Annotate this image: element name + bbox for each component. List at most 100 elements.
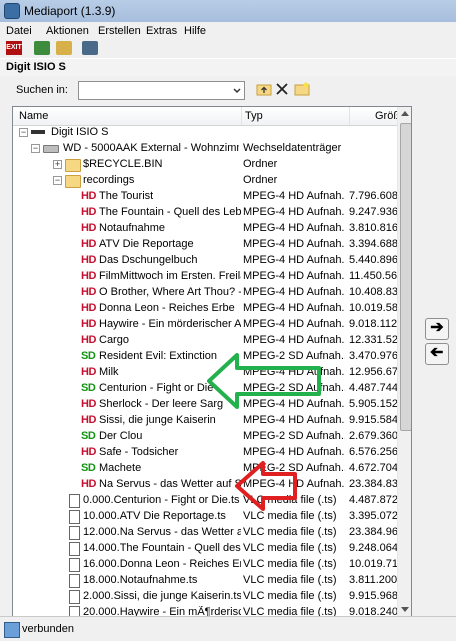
print-icon[interactable] xyxy=(82,41,98,55)
recording-row[interactable]: HD Donna Leon - Reiches Erbe MPEG-4 HD Auf… xyxy=(13,301,397,317)
file-size: 9.915.968 K xyxy=(349,590,397,602)
arrow-right-icon: ➔ xyxy=(430,319,444,336)
folder-name: $RECYCLE.BIN xyxy=(83,158,163,170)
file-row[interactable]: 14.000.The Fountain - Quell des LebVLC m… xyxy=(13,541,397,557)
hd-badge-icon: HD xyxy=(81,302,96,314)
recording-row[interactable]: HD FilmMittwoch im Ersten. Freilauf MPEG-4… xyxy=(13,269,397,285)
hd-badge-icon: HD xyxy=(81,414,96,426)
file-row[interactable]: 10.000.ATV Die Reportage.ts VLC media fil… xyxy=(13,509,397,525)
recording-row[interactable]: HD The Tourist MPEG-4 HD Aufnah... 7.796.60… xyxy=(13,189,397,205)
recording-name: The Tourist xyxy=(99,190,154,202)
file-row[interactable]: 0.000.Centurion - Fight or Die.ts VLC med… xyxy=(13,493,397,509)
tree-row-folder[interactable]: + $RECYCLE.BIN Ordner xyxy=(13,157,397,173)
recording-name: Donna Leon - Reiches Erbe xyxy=(99,302,235,314)
recording-type: MPEG-2 SD Aufnah... xyxy=(243,350,345,362)
app-icon xyxy=(4,3,20,19)
drive-icon xyxy=(43,145,59,153)
file-icon xyxy=(69,494,80,508)
recording-name: Resident Evil: Extinction xyxy=(99,350,217,362)
tree-row-drive[interactable]: − WD - 5000AAK External - Wohnzimmer Wec… xyxy=(13,141,397,157)
recording-size: 11.450.560 K xyxy=(349,270,397,282)
file-row[interactable]: 16.000.Donna Leon - Reiches Erbe.tsVLC m… xyxy=(13,557,397,573)
menu-datei[interactable]: Datei xyxy=(6,25,32,37)
recording-type: MPEG-4 HD Aufnah... xyxy=(243,270,345,282)
hd-badge-icon: HD xyxy=(81,190,96,202)
drive-type: Wechseldatenträger xyxy=(243,142,342,154)
recording-size: 3.810.816 K xyxy=(349,222,397,234)
column-header: Name Typ Größ xyxy=(13,107,400,126)
file-row[interactable]: 2.000.Sissi, die junge Kaiserin.ts VLC me… xyxy=(13,589,397,605)
collapse-toggle[interactable]: − xyxy=(31,144,40,153)
recording-row[interactable]: HD Das Dschungelbuch MPEG-4 HD Aufnah... 5.… xyxy=(13,253,397,269)
search-in-dropdown[interactable] xyxy=(78,81,245,100)
recording-type: MPEG-4 HD Aufnah... xyxy=(243,238,345,250)
expand-toggle[interactable]: + xyxy=(53,160,62,169)
recording-row[interactable]: SD Centurion - Fight or Die MPEG-2 SD Aufn… xyxy=(13,381,397,397)
vertical-scrollbar[interactable] xyxy=(397,107,411,617)
delete-icon[interactable] xyxy=(276,83,288,95)
hd-badge-icon: HD xyxy=(81,238,96,250)
menu-hilfe[interactable]: Hilfe xyxy=(184,25,206,37)
recording-type: MPEG-4 HD Aufnah... xyxy=(243,222,345,234)
tree-row-folder[interactable]: − recordings Ordner xyxy=(13,173,397,189)
transfer-icon[interactable] xyxy=(34,41,50,55)
file-row[interactable]: 12.000.Na Servus - das Wetter auf SeVLC … xyxy=(13,525,397,541)
exit-icon[interactable]: EXIT xyxy=(6,41,22,55)
menu-extras[interactable]: Extras xyxy=(146,25,177,37)
recording-name: ATV Die Reportage xyxy=(99,238,194,250)
folder-up-icon[interactable] xyxy=(256,82,272,96)
recording-row[interactable]: HDNa Servus - das Wetter auf ServuMPEG-4… xyxy=(13,477,397,493)
recording-row[interactable]: SDDer Clou MPEG-2 SD Aufnah... 2.679.360 K xyxy=(13,429,397,445)
collapse-toggle[interactable]: − xyxy=(19,128,28,137)
arrow-left-icon: ➔ xyxy=(430,344,444,361)
file-name: 12.000.Na Servus - das Wetter auf Se xyxy=(83,526,241,538)
file-icon xyxy=(69,526,80,540)
recording-size: 4.487.744 K xyxy=(349,382,397,394)
menu-erstellen[interactable]: Erstellen xyxy=(98,25,141,37)
file-row[interactable]: 18.000.Notaufnahme.ts VLC media file (.ts… xyxy=(13,573,397,589)
recording-row[interactable]: HD Safe - Todsicher MPEG-4 HD Aufnah... 6.5… xyxy=(13,445,397,461)
file-name: 16.000.Donna Leon - Reiches Erbe.ts xyxy=(83,558,241,570)
menu-aktionen[interactable]: Aktionen xyxy=(46,25,89,37)
scroll-thumb[interactable] xyxy=(400,123,411,431)
recording-row[interactable]: HD Sherlock - Der leere Sarg MPEG-4 HD Auf… xyxy=(13,397,397,413)
sd-badge-icon: SD xyxy=(81,430,96,442)
recording-row[interactable]: HDCargo MPEG-4 HD Aufnah... 12.331.520 K xyxy=(13,333,397,349)
recording-name: The Fountain - Quell des Lebens xyxy=(99,206,241,218)
status-text: verbunden xyxy=(22,623,74,635)
recording-row[interactable]: HD Sissi, die junge Kaiserin MPEG-4 HD Auf… xyxy=(13,413,397,429)
recording-row[interactable]: HD Haywire - Ein mörderischer Auft MPEG-4 … xyxy=(13,317,397,333)
recording-row[interactable]: HDO Brother, Where Art Thou? - EinMPEG-4… xyxy=(13,285,397,301)
recording-type: MPEG-4 HD Aufnah... xyxy=(243,398,345,410)
tree-row-root[interactable]: − Digit ISIO S xyxy=(13,125,397,141)
recording-row[interactable]: HD Notaufnahme MPEG-4 HD Aufnah... 3.810.81… xyxy=(13,221,397,237)
recording-type: MPEG-4 HD Aufnah... xyxy=(243,414,345,426)
scroll-down-icon[interactable] xyxy=(401,607,409,613)
recording-name: Milk xyxy=(99,366,119,378)
recording-row[interactable]: HDMilk MPEG-4 HD Aufnah... 12.956.672 K xyxy=(13,365,397,381)
new-folder-icon[interactable] xyxy=(294,82,310,96)
file-size: 4.487.872 K xyxy=(349,494,397,506)
sd-badge-icon: SD xyxy=(81,350,96,362)
recording-row[interactable]: SDMachete MPEG-2 SD Aufnah... 4.672.704 K xyxy=(13,461,397,477)
recording-row[interactable]: SD Resident Evil: Extinction MPEG-2 SD Auf… xyxy=(13,349,397,365)
column-name[interactable]: Name xyxy=(19,110,48,122)
hd-badge-icon: HD xyxy=(81,222,96,234)
refresh-icon[interactable] xyxy=(56,41,72,55)
recording-size: 4.672.704 K xyxy=(349,462,397,474)
scroll-up-icon[interactable] xyxy=(401,110,409,116)
recording-type: MPEG-4 HD Aufnah... xyxy=(243,286,345,298)
device-bar: Digit ISIO S xyxy=(0,58,456,77)
copy-to-right-button[interactable]: ➔ xyxy=(425,318,449,340)
recording-name: O Brother, Where Art Thou? - Ein xyxy=(99,286,241,298)
column-type[interactable]: Typ xyxy=(245,110,263,122)
recording-row[interactable]: HD ATV Die Reportage MPEG-4 HD Aufnah... 3.… xyxy=(13,237,397,253)
recording-type: MPEG-4 HD Aufnah... xyxy=(243,254,345,266)
file-tree[interactable]: Name Typ Größ − Digit ISIO S − WD - 5000… xyxy=(12,106,412,618)
collapse-toggle[interactable]: − xyxy=(53,176,62,185)
file-type: VLC media file (.ts) xyxy=(243,542,337,554)
recording-type: MPEG-2 SD Aufnah... xyxy=(243,382,345,394)
copy-to-left-button[interactable]: ➔ xyxy=(425,343,449,365)
recording-row[interactable]: HDThe Fountain - Quell des LebensMPEG-4 … xyxy=(13,205,397,221)
title-bar: Mediaport (1.3.9) xyxy=(0,0,456,22)
